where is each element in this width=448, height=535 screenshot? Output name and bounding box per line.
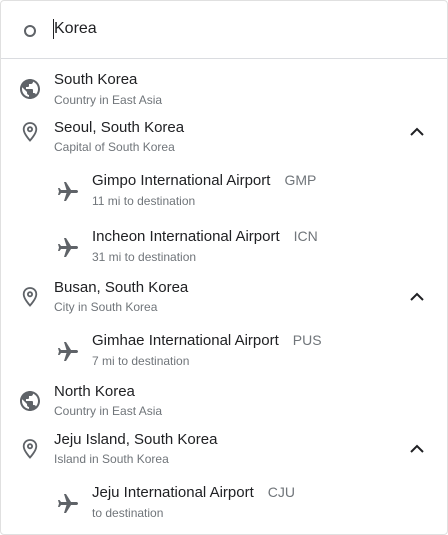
text-cursor: [53, 19, 54, 39]
suggestion-title: North Korea: [54, 383, 135, 400]
airport-name: Jeju International Airport: [92, 484, 254, 501]
suggestion-subtitle: Capital of South Korea: [54, 140, 175, 154]
suggestion-south-korea[interactable]: South Korea Country in East Asia: [1, 59, 447, 111]
airport-title: Incheon International Airport ICN: [92, 227, 318, 246]
suggestion-seoul[interactable]: Seoul, South Korea Capital of South Kore…: [1, 111, 447, 159]
location-autocomplete-panel: South Korea Country in East Asia Seoul, …: [0, 0, 448, 535]
suggestion-subtitle: Island in South Korea: [54, 452, 169, 466]
suggestion-subtitle: City in South Korea: [54, 300, 158, 314]
airport-gimpo[interactable]: Gimpo International Airport GMP 11 mi to …: [1, 159, 447, 215]
airport-title: Gimpo International Airport GMP: [92, 171, 316, 190]
suggestion-busan[interactable]: Busan, South Korea City in South Korea: [1, 271, 447, 319]
airport-distance: to destination: [92, 506, 164, 520]
location-search-input[interactable]: [54, 16, 424, 42]
globe-icon: [18, 389, 42, 413]
airport-code: CJU: [267, 484, 295, 500]
location-pin-icon: [18, 285, 42, 309]
airport-gimhae[interactable]: Gimhae International Airport PUS 7 mi to …: [1, 319, 447, 375]
airplane-icon: [56, 180, 80, 204]
airport-jeju[interactable]: Jeju International Airport CJU to destina…: [1, 471, 447, 527]
airport-code: GMP: [284, 172, 317, 188]
airport-incheon[interactable]: Incheon International Airport ICN 31 mi t…: [1, 215, 447, 271]
collapse-chevron-up-icon[interactable]: [405, 285, 429, 309]
suggestion-subtitle: Country in East Asia: [54, 93, 163, 107]
airplane-icon: [56, 340, 80, 364]
airplane-icon: [56, 492, 80, 516]
airport-name: Gimhae International Airport: [92, 332, 279, 349]
airport-distance: 7 mi to destination: [92, 354, 190, 368]
airport-code: ICN: [293, 228, 318, 244]
suggestion-north-korea[interactable]: North Korea Country in East Asia: [1, 375, 447, 423]
airport-name: Gimpo International Airport: [92, 172, 271, 189]
suggestion-title: Seoul, South Korea: [54, 119, 185, 136]
suggestion-title: South Korea: [54, 71, 138, 88]
airport-title: Jeju International Airport CJU: [92, 483, 295, 502]
airport-distance: 11 mi to destination: [92, 194, 196, 208]
airport-name: Incheon International Airport: [92, 228, 280, 245]
airport-title: Gimhae International Airport PUS: [92, 331, 322, 350]
location-pin-icon: [18, 120, 42, 144]
airport-code: PUS: [292, 332, 322, 348]
suggestion-jeju-island[interactable]: Jeju Island, South Korea Island in South…: [1, 423, 447, 471]
search-row: [1, 1, 447, 59]
globe-icon: [18, 77, 42, 101]
collapse-chevron-up-icon[interactable]: [405, 437, 429, 461]
suggestion-title: Busan, South Korea: [54, 279, 189, 296]
origin-circle-icon: [24, 25, 36, 37]
suggestion-list: South Korea Country in East Asia Seoul, …: [1, 59, 447, 527]
suggestion-subtitle: Country in East Asia: [54, 404, 163, 418]
airplane-icon: [56, 236, 80, 260]
airport-distance: 31 mi to destination: [92, 250, 197, 264]
collapse-chevron-up-icon[interactable]: [405, 120, 429, 144]
suggestion-title: Jeju Island, South Korea: [54, 431, 218, 448]
location-pin-icon: [18, 437, 42, 461]
